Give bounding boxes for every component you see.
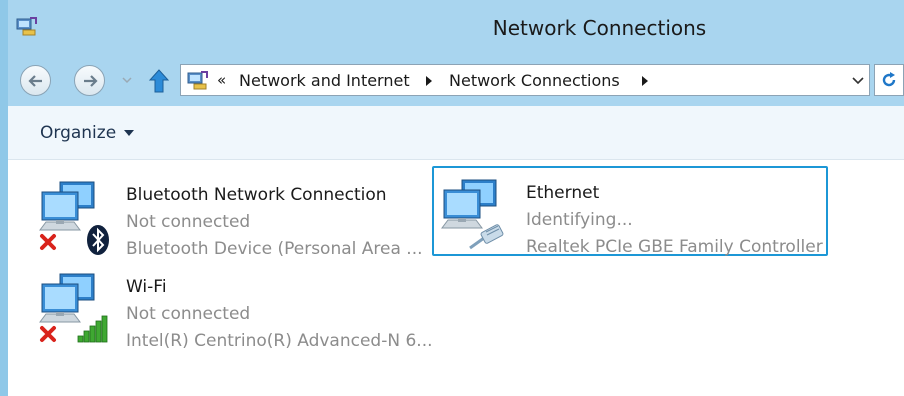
recent-locations-chevron-icon[interactable] [121, 74, 133, 86]
forward-button[interactable] [74, 65, 105, 96]
connection-device: Bluetooth Device (Personal Area ... [126, 239, 423, 259]
connection-details: Wi-Fi Not connected Intel(R) Centrino(R)… [126, 274, 433, 355]
breadcrumb-separator-icon[interactable] [425, 75, 433, 87]
window-title: Network Connections [492, 16, 707, 40]
forward-arrow-icon [83, 74, 98, 87]
address-bar[interactable]: « Network and Internet Network Connectio… [180, 64, 870, 96]
refresh-icon [882, 72, 896, 87]
connection-details: Bluetooth Network Connection Not connect… [126, 182, 423, 263]
connection-name: Bluetooth Network Connection [126, 185, 387, 205]
disconnected-x-icon [40, 326, 56, 342]
connection-status: Identifying... [526, 210, 633, 230]
breadcrumb-network-and-internet[interactable]: Network and Internet [239, 71, 410, 90]
connection-item-wifi[interactable]: Wi-Fi Not connected Intel(R) Centrino(R)… [8, 260, 433, 351]
connection-device: Realtek PCIe GBE Family Controller [526, 237, 823, 257]
address-history-dropdown-icon[interactable] [851, 73, 865, 87]
network-connections-window: Network Connections « Network and Intern… [0, 0, 904, 396]
command-bar: Organize [8, 106, 904, 160]
disconnected-x-icon [40, 234, 56, 250]
connection-status: Not connected [126, 304, 251, 324]
breadcrumb-network-connections[interactable]: Network Connections [449, 71, 620, 90]
breadcrumb-separator-icon[interactable] [641, 75, 649, 87]
connection-device: Intel(R) Centrino(R) Advanced-N 6... [126, 331, 433, 351]
connection-name: Ethernet [526, 183, 600, 203]
bluetooth-icon [87, 225, 109, 255]
wifi-signal-icon [77, 315, 108, 343]
navigation-bar: « Network and Internet Network Connectio… [8, 56, 904, 106]
network-computers-icon [441, 179, 504, 250]
title-bar[interactable]: Network Connections [0, 0, 904, 56]
refresh-button[interactable] [874, 64, 904, 96]
connection-item-ethernet[interactable]: Ethernet Identifying... Realtek PCIe GBE… [432, 166, 828, 257]
connection-item-bluetooth[interactable]: Bluetooth Network Connection Not connect… [8, 168, 423, 259]
up-arrow-icon[interactable] [148, 68, 170, 94]
back-button[interactable] [20, 65, 51, 96]
organize-menu-button[interactable]: Organize [40, 123, 116, 143]
connections-list: Bluetooth Network Connection Not connect… [8, 160, 904, 396]
connection-status: Not connected [126, 212, 251, 232]
window-border [0, 0, 8, 396]
back-arrow-icon [27, 74, 42, 87]
chevron-down-icon[interactable] [124, 130, 134, 136]
connection-name: Wi-Fi [126, 277, 167, 297]
network-computers-icon [39, 181, 109, 255]
breadcrumb-overflow[interactable]: « [217, 71, 226, 89]
network-computers-icon [39, 273, 108, 343]
network-folder-icon [187, 71, 208, 90]
connection-details: Ethernet Identifying... Realtek PCIe GBE… [526, 180, 823, 261]
